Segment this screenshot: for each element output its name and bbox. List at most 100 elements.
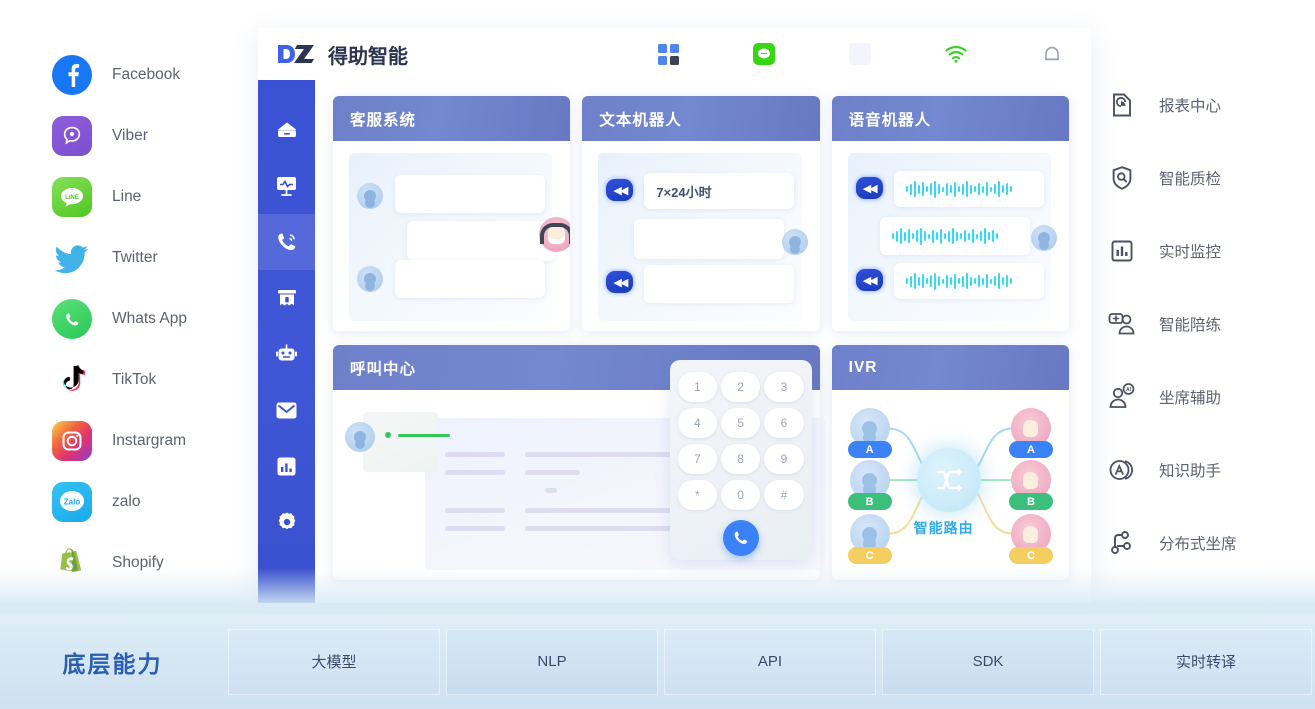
zalo-icon: Zalo [52,481,92,522]
dialpad-key[interactable]: # [764,480,804,510]
dialpad-key[interactable]: 4 [677,408,717,438]
card-body: ◀◀ 7×24小时 ◀◀ [582,141,819,331]
dialpad-key[interactable]: 6 [764,408,804,438]
nav-item-ticket[interactable] [258,270,315,326]
dialpad-key[interactable]: 9 [764,444,804,474]
queue-tag-a: A [847,441,892,458]
dialpad-key[interactable]: 5 [720,408,761,438]
voice-bubble [893,171,1044,207]
feature-rail: 报表中心 智能质检 实时监控 智能陪练 AI 坐席辅助 知识助手 分布式坐席 [1105,68,1295,579]
dialpad-key[interactable]: 2 [720,372,761,402]
feature-item-ai-coach[interactable]: 智能陪练 [1105,287,1295,360]
dialpad-key[interactable]: * [677,480,717,510]
vertical-navbar [258,80,315,603]
capability-item-realtime-translation[interactable]: 实时转译 [1100,628,1312,695]
waveform-icon [905,180,1012,198]
capability-item-api[interactable]: API [664,628,876,695]
feature-item-realtime-monitor[interactable]: 实时监控 [1105,214,1295,287]
nav-item-monitor[interactable] [258,158,315,214]
card-ivr[interactable]: IVR A B C 智能路由 A B C [831,345,1069,580]
bot-avatar-icon: ◀◀ [606,179,634,201]
nav-item-mail[interactable] [258,382,315,438]
social-item-label: TikTok [112,370,157,388]
dialpad-key[interactable]: 0 [720,480,761,510]
console-body: 客服系统 文本机器人 ◀◀ 7×24小时 ◀◀ 语音机器人 ◀◀ ◀◀ 呼叫中心… [258,80,1091,603]
card-customer-service[interactable]: 客服系统 [333,96,571,331]
feature-item-agent-assist[interactable]: AI 坐席辅助 [1105,360,1295,433]
capability-item-nlp[interactable]: NLP [446,628,658,695]
agent-avatar-icon [539,217,571,252]
social-item-label: Instargram [112,431,187,449]
viber-icon [52,115,92,156]
dz-logo-mark [278,45,314,63]
bell-icon[interactable] [1039,41,1065,67]
agent-tag-c: C [1008,547,1053,564]
call-status-row [385,432,450,438]
voice-bubble [879,217,1030,255]
instagram-icon [52,420,92,461]
brand-name: 得助智能 [328,45,408,68]
social-item-tiktok[interactable]: TikTok [52,349,252,410]
social-item-facebook[interactable]: Facebook [52,44,252,105]
customer-avatar-icon [357,183,383,209]
social-item-label: Twitter [112,248,158,266]
shopify-icon [52,543,92,583]
chat-bubble [395,260,545,298]
social-item-label: Whats App [112,309,187,327]
ivr-agent-node: C [1008,514,1053,564]
nav-item-robot[interactable] [258,326,315,382]
social-item-label: Facebook [112,65,181,83]
card-body: 1 2 3 4 5 6 7 8 9 * 0 # [333,360,825,580]
realtime-monitor-icon [1105,234,1139,268]
social-item-twitter[interactable]: Twitter [52,227,252,288]
feature-item-label: 坐席辅助 [1159,389,1222,407]
apps-grid-icon[interactable] [655,41,681,67]
report-center-icon [1105,88,1139,122]
waveform-icon [891,227,998,245]
card-call-center[interactable]: 呼叫中心 1 2 3 4 5 6 7 8 9 * 0 # [333,345,825,580]
online-status-dot [385,432,391,438]
social-item-shopify[interactable]: Shopify [52,532,252,593]
nav-item-home[interactable] [258,102,315,158]
feature-item-distributed-agent[interactable]: 分布式坐席 [1105,506,1295,579]
card-title: 语音机器人 [831,96,1069,141]
feature-item-report-center[interactable]: 报表中心 [1105,68,1295,141]
chat-bubble [644,265,795,303]
svg-text:LINE: LINE [65,195,79,201]
chat-mock: ◀◀ 7×24小时 ◀◀ [598,153,808,321]
ivr-agent-node: A [1008,408,1053,458]
social-item-instagram[interactable]: Instargram [52,410,252,471]
card-body [333,141,571,331]
social-item-zalo[interactable]: Zalo zalo [52,471,252,532]
feature-item-knowledge-assistant[interactable]: 知识助手 [1105,433,1295,506]
social-item-whatsapp[interactable]: Whats App [52,288,252,349]
wifi-icon [943,41,969,67]
social-item-label: Viber [112,126,148,144]
nav-item-settings[interactable] [258,494,315,550]
agent-assist-icon: AI [1105,380,1139,414]
wechat-icon[interactable] [751,41,777,67]
card-title: IVR [831,345,1069,390]
card-text-bot[interactable]: 文本机器人 ◀◀ 7×24小时 ◀◀ [582,96,820,331]
dialpad-key[interactable]: 8 [720,444,761,474]
card-voice-bot[interactable]: 语音机器人 ◀◀ ◀◀ [831,96,1069,331]
nav-item-phone-call[interactable] [258,214,315,270]
card-title: 客服系统 [333,96,571,141]
svg-text:AI: AI [1126,387,1132,393]
placeholder-app-icon[interactable] [847,41,873,67]
call-button[interactable] [722,520,759,556]
social-item-viber[interactable]: Viber [52,105,252,166]
console-window: 得助智能 客服系统 文本机器人 ◀◀ 7×24小时 ◀◀ 语音机器人 ◀◀ ◀◀… [258,28,1091,603]
feature-item-quality-inspection[interactable]: 智能质检 [1105,141,1295,214]
dialpad-key[interactable]: 3 [764,372,804,402]
capability-item-sdk[interactable]: SDK [882,628,1094,695]
social-item-line[interactable]: LINE Line [52,166,252,227]
dialpad-key[interactable]: 7 [677,444,717,474]
capability-item-large-model[interactable]: 大模型 [228,628,440,695]
customer-avatar-icon [1030,225,1057,251]
whatsapp-icon [52,298,92,339]
nav-item-bar-chart[interactable] [258,438,315,494]
dialpad[interactable]: 1 2 3 4 5 6 7 8 9 * 0 # [669,360,812,560]
capability-band-title: 底层能力 [62,650,163,677]
dialpad-key[interactable]: 1 [677,372,717,402]
